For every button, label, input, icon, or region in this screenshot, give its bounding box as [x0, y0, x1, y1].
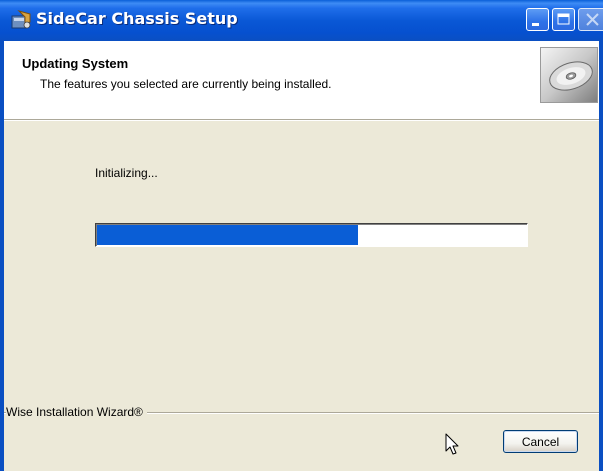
status-text: Initializing...: [95, 166, 158, 180]
header-banner: Updating System The features you selecte…: [4, 41, 599, 119]
header-subtitle: The features you selected are currently …: [40, 77, 332, 91]
setup-window: SideCar Chassis Setup Updating System Th…: [0, 0, 603, 471]
mouse-pointer-icon: [445, 433, 459, 455]
close-icon: [586, 13, 599, 26]
window-border-right: [599, 41, 603, 471]
close-button[interactable]: [578, 8, 603, 31]
header-separator: [4, 119, 599, 121]
title-bar[interactable]: SideCar Chassis Setup: [0, 0, 603, 41]
minimize-icon: [532, 23, 539, 26]
cd-disc-icon: [540, 47, 598, 103]
header-title: Updating System: [22, 56, 129, 71]
maximize-button[interactable]: [552, 8, 575, 31]
minimize-button[interactable]: [526, 8, 549, 31]
maximize-icon: [557, 13, 570, 25]
installer-package-icon: [11, 10, 31, 29]
progress-bar-fill: [97, 225, 358, 245]
window-title: SideCar Chassis Setup: [36, 9, 238, 28]
cancel-button[interactable]: Cancel: [503, 430, 578, 453]
branding-text: Wise Installation Wizard®: [6, 405, 147, 419]
progress-bar: [95, 223, 528, 247]
